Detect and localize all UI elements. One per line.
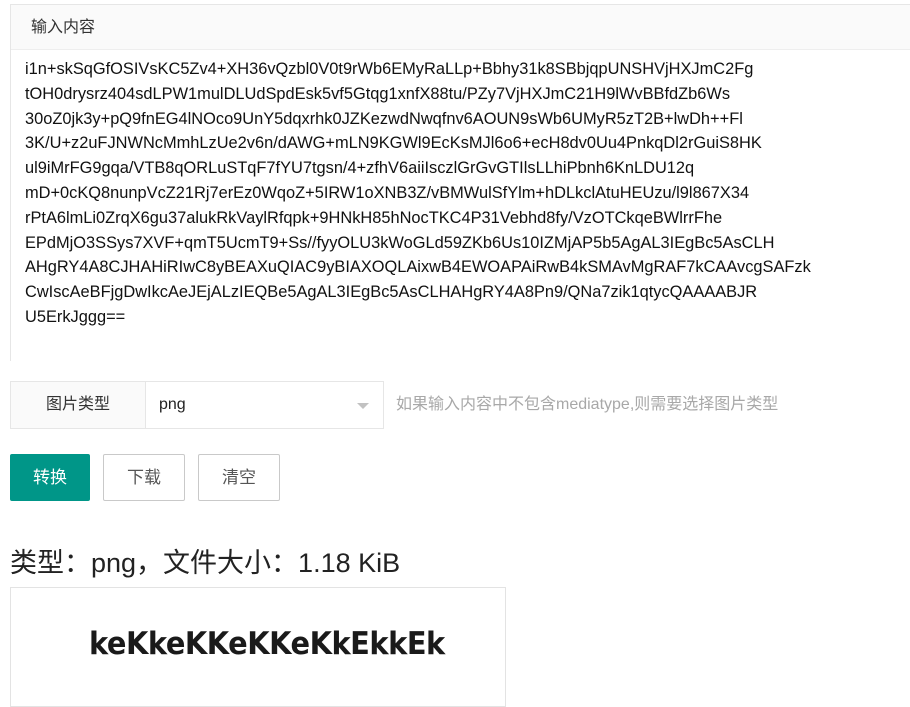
action-buttons: 转换 下载 清空 <box>10 454 280 501</box>
convert-button[interactable]: 转换 <box>10 454 90 501</box>
result-info: 类型：png，文件大小：1.18 KiB <box>10 548 401 578</box>
image-type-hint: 如果输入内容中不包含mediatype,则需要选择图片类型 <box>396 396 779 413</box>
clear-button[interactable]: 清空 <box>198 454 280 501</box>
preview-image-text: keKkeKKeKKeKkEkkEk <box>89 626 445 662</box>
input-panel: 输入内容 i1n+skSqGfOSIVsKC5Zv4+XH36vQzbl0V0t… <box>10 4 910 361</box>
image-type-select[interactable]: png <box>146 381 384 429</box>
caret-down-icon <box>357 403 369 409</box>
image-preview: keKkeKKeKKeKkEkkEk <box>10 587 506 707</box>
image-type-row: 图片类型 png 如果输入内容中不包含mediatype,则需要选择图片类型 <box>10 381 778 429</box>
image-type-label: 图片类型 <box>10 381 146 429</box>
base64-input[interactable]: i1n+skSqGfOSIVsKC5Zv4+XH36vQzbl0V0t9rWb6… <box>11 50 910 361</box>
download-button[interactable]: 下载 <box>103 454 185 501</box>
input-panel-title: 输入内容 <box>11 5 910 50</box>
image-type-selected-value: png <box>159 396 186 413</box>
